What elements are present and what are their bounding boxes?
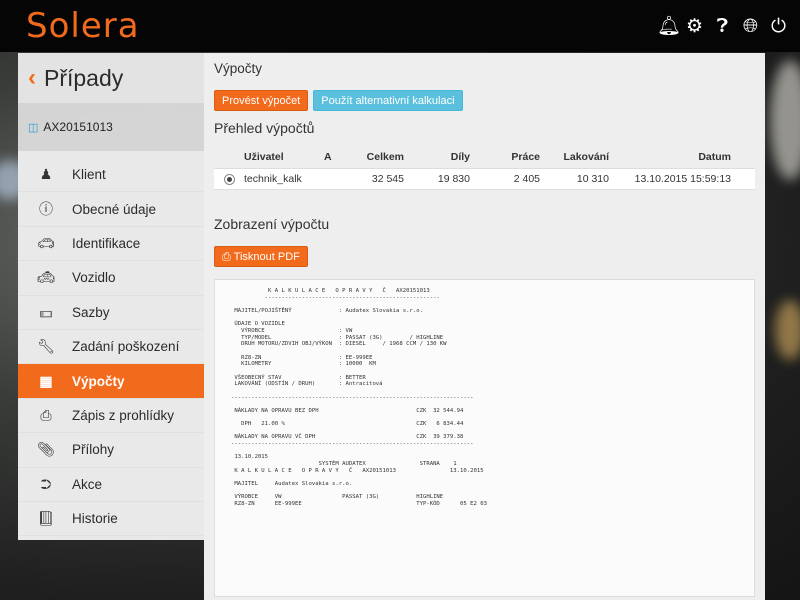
cell-datum: 13.10.2015 15:59:13 <box>634 173 731 185</box>
sidebar-item-klient[interactable]: ♟ Klient <box>18 158 204 193</box>
help-icon[interactable]: ❓︎ <box>713 17 732 36</box>
sidebar: ‹ Případy ◫ AX20151013 ♟ Klient ⓘ Obecné… <box>18 53 204 541</box>
calculator-icon: ▦ <box>39 372 53 389</box>
globe-icon[interactable]: 🌐︎ <box>741 17 760 36</box>
sidebar-item-vypocty[interactable]: ▦ Výpočty <box>18 364 204 399</box>
col-a[interactable]: A <box>324 151 354 163</box>
overview-title: Přehled výpočtů <box>214 120 315 136</box>
cell-lakovani: 10 310 <box>576 173 609 185</box>
cell-celkem: 32 545 <box>371 173 404 185</box>
gear-icon[interactable]: ⚙ <box>685 17 704 36</box>
info-icon: ⓘ <box>39 201 53 218</box>
sidebar-item-label: Identifikace <box>72 235 141 251</box>
action-buttons: Provést výpočet Použít alternativní kalk… <box>214 90 755 111</box>
sidebar-item-label: Zadání poškození <box>72 339 180 355</box>
sidebar-item-label: Klient <box>72 167 106 183</box>
solera-logo[interactable]: Solera <box>26 6 140 46</box>
sidebar-item-label: Obecné údaje <box>72 201 157 217</box>
sidebar-item-label: Přílohy <box>72 442 115 458</box>
calculations-table: Uživatel A Celkem Díly Práce Lakování Da… <box>214 146 755 190</box>
sidebar-item-label: Zápis z prohlídky <box>72 407 175 423</box>
table-header-row: Uživatel A Celkem Díly Práce Lakování Da… <box>214 146 755 168</box>
sidebar-item-label: Vozidlo <box>72 270 116 286</box>
col-user[interactable]: Uživatel <box>244 151 324 163</box>
cell-prace: 2 405 <box>513 173 540 185</box>
sidebar-item-historie[interactable]: 📕︎ Historie <box>18 502 204 537</box>
sidebar-item-label: Sazby <box>72 304 110 320</box>
col-celkem[interactable]: Celkem <box>354 151 404 163</box>
user-icon: ♟ <box>39 166 53 183</box>
col-lakovani[interactable]: Lakování <box>540 151 609 163</box>
calculate-button[interactable]: Provést výpočet <box>214 90 309 111</box>
print-pdf-label: Tisknout PDF <box>233 251 300 263</box>
section-title: Výpočty <box>214 61 263 76</box>
top-bar: Solera 🔔︎ ⚙ ❓︎ 🌐︎ ⏻ <box>0 0 800 52</box>
print-icon: ⎙ <box>222 251 231 263</box>
col-datum[interactable]: Datum <box>609 151 735 163</box>
bell-icon[interactable]: 🔔︎ <box>657 17 681 36</box>
paperclip-icon: 📎︎ <box>37 441 55 458</box>
print-icon: ⎙ <box>40 406 52 423</box>
alternative-calculation-button[interactable]: Použít alternativní kalkulaci <box>313 90 463 111</box>
col-dily[interactable]: Díly <box>404 151 470 163</box>
sidebar-nav: ♟ Klient ⓘ Obecné údaje 🚗︎ Identifikace … <box>18 151 204 541</box>
database-icon: ◫ <box>28 121 39 134</box>
sidebar-item-sazby[interactable]: 💵︎ Sazby <box>18 296 204 330</box>
car-icon: 🚗︎ <box>37 234 55 251</box>
share-icon: ⮊ <box>40 475 52 492</box>
display-title: Zobrazení výpočtu <box>214 216 330 232</box>
header-icons: 🔔︎ ⚙ ❓︎ 🌐︎ ⏻ <box>657 17 788 36</box>
row-radio[interactable] <box>223 173 235 185</box>
money-icon: 💵︎ <box>39 303 53 320</box>
sidebar-item-zadani-poskozeni[interactable]: 🔧︎ Zadání poškození <box>18 330 204 365</box>
table-row[interactable]: technik_kalk 32 545 19 830 2 405 10 310 … <box>214 168 755 190</box>
power-icon[interactable]: ⏻ <box>769 17 788 36</box>
sidebar-item-obecne-udaje[interactable]: ⓘ Obecné údaje <box>18 192 204 227</box>
calculation-document[interactable]: K A L K U L A C E O P R A V Y Č AX201510… <box>214 279 755 597</box>
cell-user: technik_kalk <box>244 173 302 185</box>
bokeh-light <box>770 60 800 180</box>
cases-title: Případy <box>44 64 124 91</box>
taxi-icon: 🚕︎ <box>37 269 55 286</box>
sidebar-item-zapis-z-prohlidky[interactable]: ⎙ Zápis z prohlídky <box>18 399 204 434</box>
sidebar-item-label: Akce <box>72 476 103 492</box>
cell-dily: 19 830 <box>437 173 470 185</box>
sidebar-item-akce[interactable]: ⮊ Akce <box>18 468 204 502</box>
print-pdf-button[interactable]: ⎙ Tisknout PDF <box>214 246 308 267</box>
case-id-row: ◫ AX20151013 <box>18 103 204 151</box>
sidebar-item-vozidlo[interactable]: 🚕︎ Vozidlo <box>18 261 204 296</box>
chevron-left-icon[interactable]: ‹ <box>28 64 36 92</box>
book-icon: 📕︎ <box>37 510 55 527</box>
sidebar-item-label: Historie <box>72 511 118 527</box>
main-panel: Výpočty Provést výpočet Použít alternati… <box>204 53 765 600</box>
bokeh-light <box>775 300 800 360</box>
sidebar-item-prilohy[interactable]: 📎︎ Přílohy <box>18 433 204 468</box>
wrench-icon: 🔧︎ <box>37 338 55 355</box>
col-prace[interactable]: Práce <box>470 151 540 163</box>
cases-header[interactable]: ‹ Případy <box>18 53 204 103</box>
case-id: AX20151013 <box>43 120 113 134</box>
sidebar-item-identifikace[interactable]: 🚗︎ Identifikace <box>18 227 204 262</box>
sidebar-item-label: Výpočty <box>72 373 125 389</box>
document-text: K A L K U L A C E O P R A V Y Č AX201510… <box>231 288 487 507</box>
